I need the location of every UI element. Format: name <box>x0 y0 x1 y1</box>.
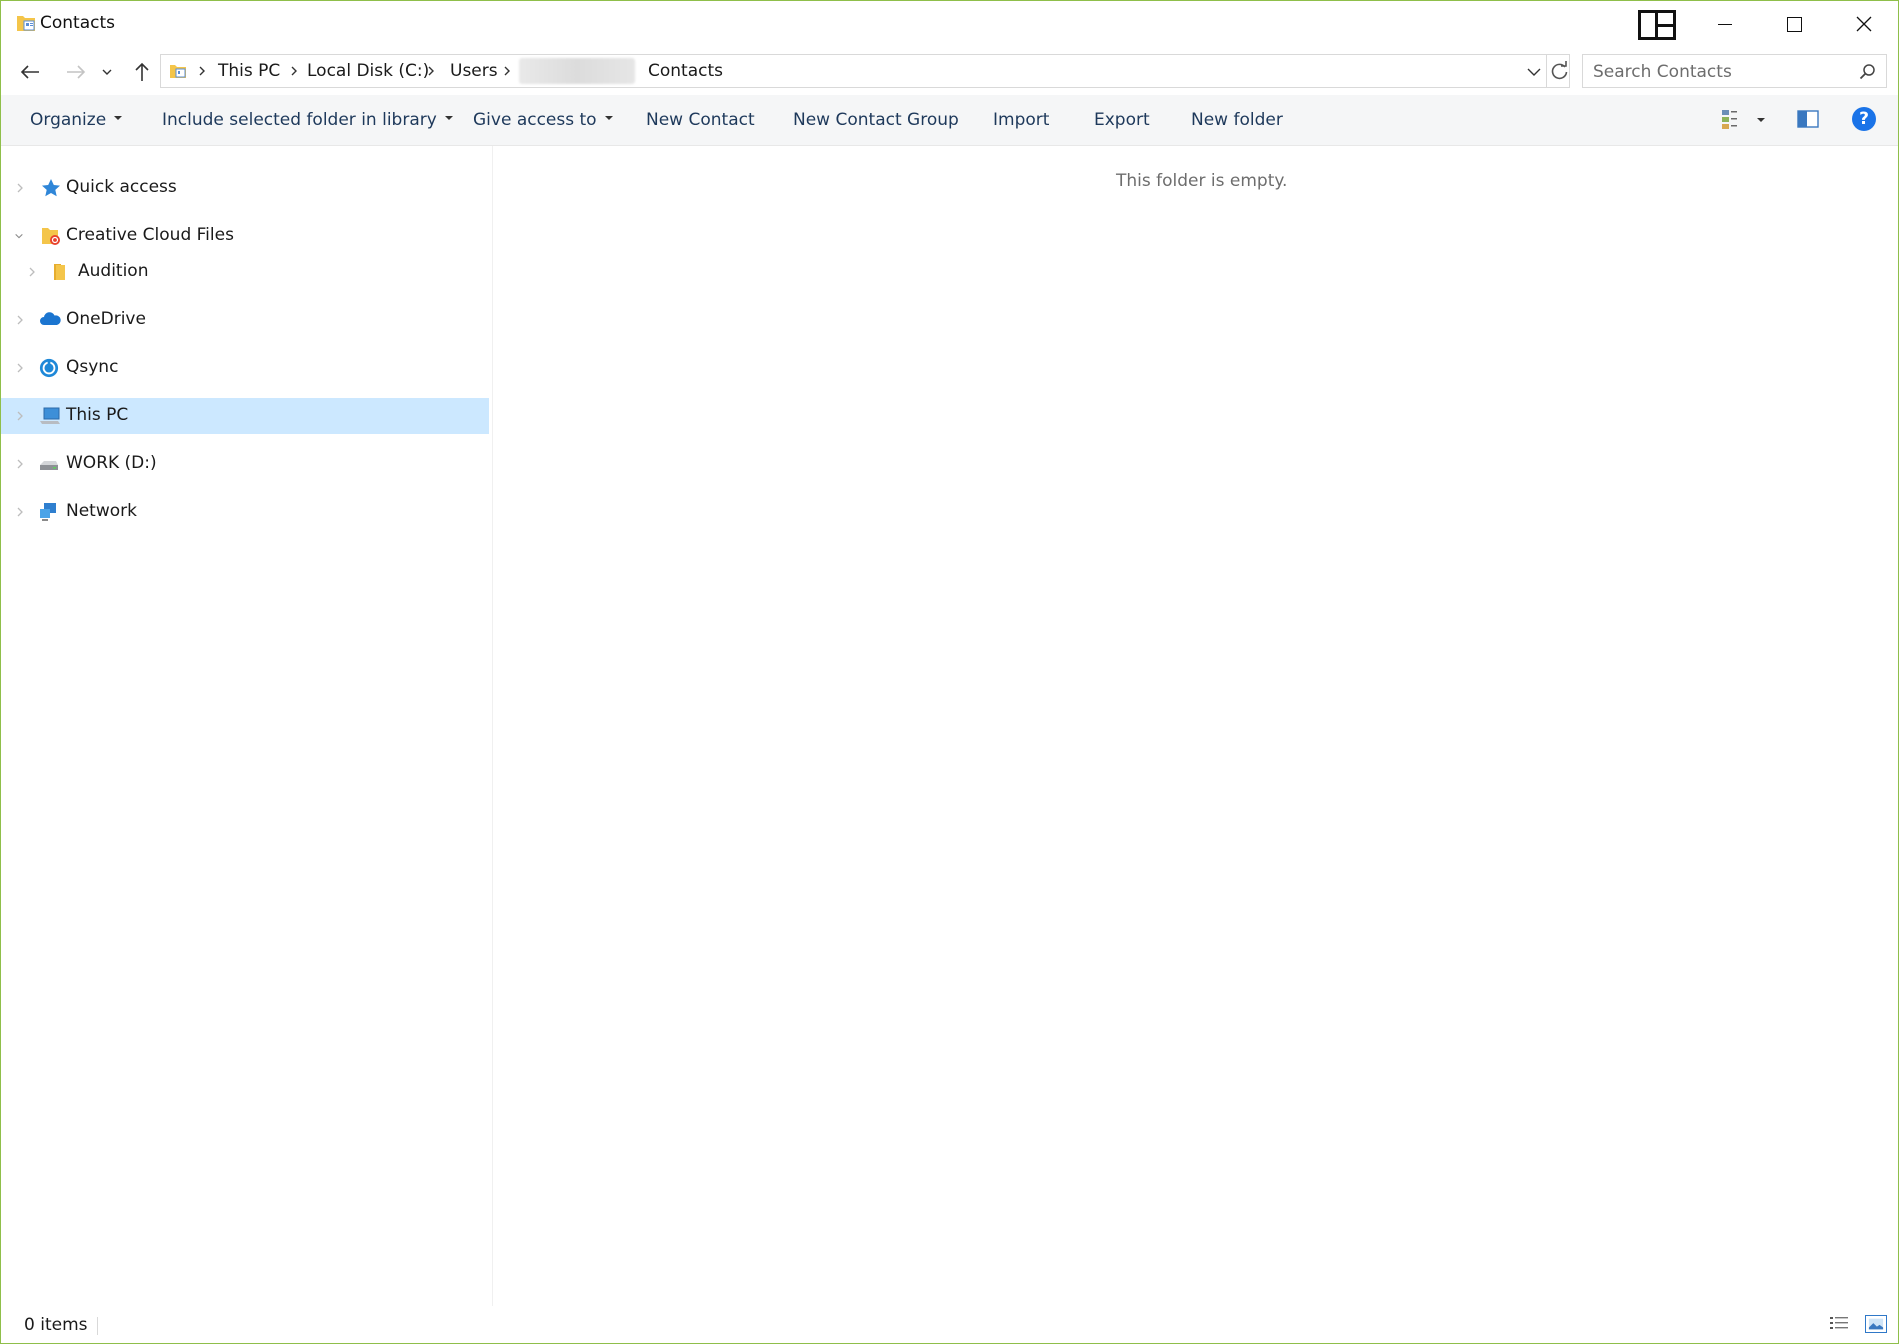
chevron-down-icon <box>102 69 112 75</box>
breadcrumb-separator-icon[interactable] <box>501 64 513 78</box>
back-button[interactable] <box>15 57 45 87</box>
address-bar[interactable]: This PC Local Disk (C:) Users Contacts <box>160 54 1570 88</box>
creative-cloud-folder-icon <box>42 228 60 245</box>
chevron-down-icon[interactable] <box>14 230 24 242</box>
nav-item-creative-cloud[interactable]: Creative Cloud Files <box>1 218 489 254</box>
nav-label-creative-cloud: Creative Cloud Files <box>66 225 234 245</box>
nav-item-audition[interactable]: Audition <box>1 254 489 290</box>
close-icon <box>1856 16 1872 32</box>
network-icon <box>40 503 56 521</box>
window-title: Contacts <box>40 13 115 33</box>
organize-button[interactable]: Organize <box>30 110 123 130</box>
nav-item-onedrive[interactable]: OneDrive <box>1 302 489 338</box>
chevron-right-icon[interactable] <box>15 506 25 518</box>
nav-label-qsync: Qsync <box>66 357 119 377</box>
nav-label-audition: Audition <box>78 261 149 281</box>
close-button[interactable] <box>1829 1 1898 47</box>
forward-button[interactable] <box>61 57 91 87</box>
address-divider <box>1546 55 1547 87</box>
search-icon[interactable] <box>1859 63 1876 80</box>
breadcrumb-separator-icon[interactable] <box>425 64 437 78</box>
nav-item-qsync[interactable]: Qsync <box>1 350 489 386</box>
contacts-folder-icon <box>170 65 186 78</box>
minimize-icon <box>1718 23 1732 25</box>
chevron-right-icon[interactable] <box>15 182 25 194</box>
status-bar: 0 items <box>1 1307 1898 1343</box>
caret-down-icon <box>604 116 613 120</box>
chevron-right-icon[interactable] <box>15 458 25 470</box>
nav-label-this-pc: This PC <box>66 405 129 425</box>
chevron-right-icon[interactable] <box>15 410 25 422</box>
breadcrumb-separator-icon[interactable] <box>196 64 208 78</box>
maximize-icon <box>1786 16 1802 32</box>
include-in-library-button[interactable]: Include selected folder in library <box>162 110 453 130</box>
snap-layout-icon[interactable] <box>1638 10 1676 40</box>
include-library-label: Include selected folder in library <box>162 110 437 130</box>
change-view-icon[interactable] <box>1721 108 1745 130</box>
nav-item-quick-access[interactable]: Quick access <box>1 170 489 206</box>
star-icon <box>42 179 60 197</box>
command-bar: Organize Include selected folder in libr… <box>1 95 1898 146</box>
nav-item-network[interactable]: Network <box>1 494 489 530</box>
breadcrumb-redacted-user[interactable] <box>519 58 635 84</box>
search-input[interactable]: Search Contacts <box>1593 62 1732 82</box>
computer-icon <box>40 407 60 424</box>
item-count: 0 items <box>24 1315 88 1335</box>
address-row: This PC Local Disk (C:) Users Contacts S… <box>1 47 1898 95</box>
nav-label-network: Network <box>66 501 137 521</box>
new-contact-group-button[interactable]: New Contact Group <box>793 110 959 130</box>
maximize-button[interactable] <box>1759 1 1829 47</box>
chevron-right-icon[interactable] <box>15 362 25 374</box>
give-access-button[interactable]: Give access to <box>473 110 613 130</box>
breadcrumb-contacts[interactable]: Contacts <box>648 61 723 81</box>
onedrive-cloud-icon <box>40 312 61 325</box>
up-arrow-icon <box>135 62 149 81</box>
import-button[interactable]: Import <box>993 110 1049 130</box>
nav-label-onedrive: OneDrive <box>66 309 146 329</box>
caret-down-icon <box>114 116 123 120</box>
address-history-chevron-icon[interactable] <box>1525 64 1543 80</box>
help-icon[interactable]: ? <box>1852 107 1876 131</box>
search-box[interactable]: Search Contacts <box>1582 54 1887 88</box>
recent-locations-button[interactable] <box>97 57 117 87</box>
new-contact-button[interactable]: New Contact <box>646 110 755 130</box>
nav-item-work-drive[interactable]: WORK (D:) <box>1 446 489 482</box>
breadcrumb-users[interactable]: Users <box>450 61 498 81</box>
title-bar: Contacts <box>1 1 1898 47</box>
qsync-icon <box>39 358 59 378</box>
large-icons-view-icon[interactable] <box>1865 1315 1887 1333</box>
folder-icon <box>54 264 65 280</box>
status-divider <box>97 1317 98 1335</box>
contacts-folder-icon <box>17 16 35 31</box>
navigation-pane: Quick access Creative Cloud Files Auditi… <box>1 146 491 1306</box>
empty-folder-message: This folder is empty. <box>1116 171 1288 191</box>
details-view-icon[interactable] <box>1829 1315 1849 1333</box>
breadcrumb-this-pc[interactable]: This PC <box>218 61 280 81</box>
view-options-caret-icon[interactable] <box>1757 118 1765 122</box>
chevron-right-icon[interactable] <box>27 266 37 278</box>
file-list-area[interactable]: This folder is empty. <box>493 146 1898 1306</box>
refresh-icon[interactable] <box>1550 61 1570 81</box>
breadcrumb-local-disk[interactable]: Local Disk (C:) <box>307 61 429 81</box>
preview-pane-icon[interactable] <box>1797 110 1819 128</box>
nav-label-quick-access: Quick access <box>66 177 177 197</box>
new-folder-button[interactable]: New folder <box>1191 110 1283 130</box>
drive-icon <box>40 461 58 470</box>
up-button[interactable] <box>127 57 157 87</box>
minimize-button[interactable] <box>1690 1 1760 47</box>
caret-down-icon <box>444 116 453 120</box>
export-button[interactable]: Export <box>1094 110 1150 130</box>
forward-arrow-icon <box>67 65 86 79</box>
chevron-right-icon[interactable] <box>15 314 25 326</box>
explorer-window: Contacts This PC Local Disk (C:) Users C… <box>0 0 1899 1344</box>
back-arrow-icon <box>20 65 39 79</box>
nav-label-work-drive: WORK (D:) <box>66 453 157 473</box>
nav-item-this-pc[interactable]: This PC <box>1 398 489 434</box>
give-access-label: Give access to <box>473 110 597 130</box>
breadcrumb-separator-icon[interactable] <box>288 64 300 78</box>
organize-label: Organize <box>30 110 107 130</box>
